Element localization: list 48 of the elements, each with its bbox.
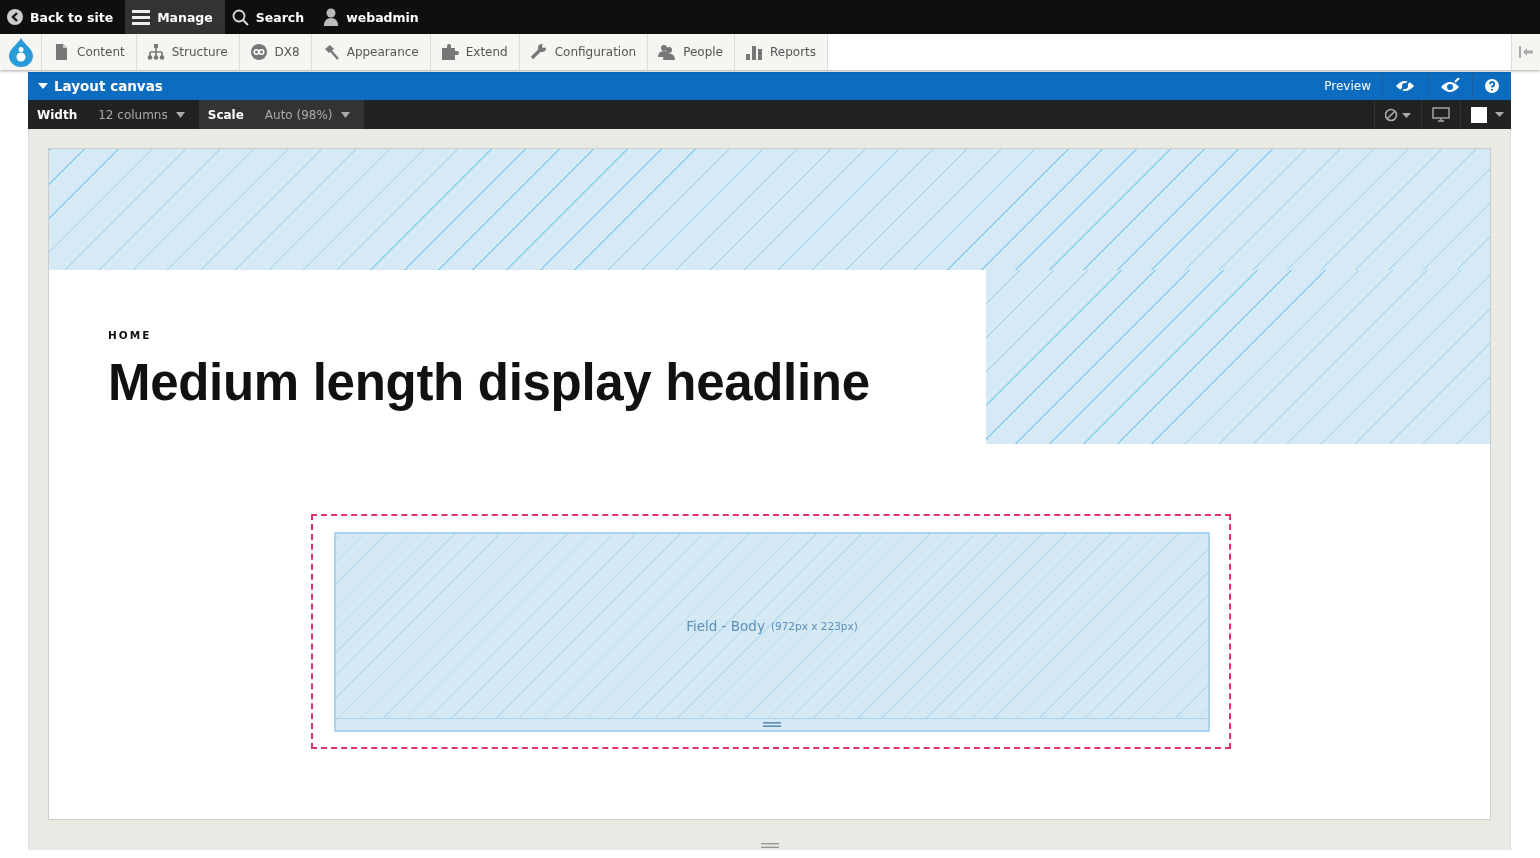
setting-label: Scale: [206, 107, 245, 122]
hierarchy-icon: [146, 44, 165, 60]
tray-menu-item[interactable]: People: [648, 34, 735, 70]
tray-menu-item[interactable]: Reports: [735, 34, 829, 70]
tray-menu-item[interactable]: Structure: [136, 34, 240, 70]
tray-menu-item[interactable]: Appearance: [311, 34, 431, 70]
eye-icon: [1440, 78, 1460, 94]
tray-menu-item[interactable]: Content: [42, 34, 137, 70]
drag-handle-icon: [763, 722, 781, 727]
drop-logo-icon: [6, 37, 35, 67]
tray-menu-item[interactable]: Configuration: [519, 34, 649, 70]
toolbar-tab[interactable]: Back to site: [0, 0, 126, 34]
headline: Medium length display headline: [108, 353, 871, 412]
prohibited-icon: [1385, 107, 1411, 122]
back-icon: [7, 9, 23, 25]
resize-handle[interactable]: [336, 718, 1208, 730]
tray-menu-item[interactable]: DX8: [239, 34, 312, 70]
people-icon: [658, 44, 677, 60]
setting-label: Width: [36, 107, 79, 122]
toolbar-tab[interactable]: webadmin: [316, 0, 431, 34]
collapse-icon: [1519, 46, 1533, 58]
eye-slash-icon: [1395, 79, 1415, 93]
infinity-icon: [249, 44, 268, 60]
caret-icon: [38, 82, 48, 90]
preview-button[interactable]: Preview: [1313, 72, 1382, 100]
wrench-icon: [529, 44, 548, 60]
user-icon: [323, 8, 340, 26]
search-icon: [231, 8, 249, 26]
tray-menu-item[interactable]: Extend: [430, 34, 520, 70]
logo-tab[interactable]: [0, 34, 42, 70]
component-size: (972px x 223px): [770, 620, 858, 632]
help-icon: [1485, 79, 1499, 93]
canvas-resize-handle[interactable]: [760, 843, 779, 848]
color-swatch-icon: [1471, 106, 1505, 123]
puzzle-icon: [440, 44, 459, 60]
setting-dropdown[interactable]: 12 columns: [86, 107, 199, 122]
monitor-icon: [1432, 107, 1450, 122]
caret-icon: [175, 111, 185, 118]
caret-icon: [340, 111, 350, 118]
drag-handle-icon: [760, 843, 779, 848]
setting-dropdown[interactable]: Auto (98%): [252, 107, 364, 122]
toolbar-tab[interactable]: Manage: [125, 0, 225, 34]
bar-chart-icon: [745, 44, 763, 60]
breadcrumb: HOME: [108, 329, 153, 341]
menu-icon: [132, 9, 151, 25]
component-name: Field - Body: [686, 618, 765, 634]
toolbar-tab[interactable]: Search: [224, 0, 317, 34]
layout-canvas-toggle[interactable]: Layout canvas: [28, 72, 173, 100]
